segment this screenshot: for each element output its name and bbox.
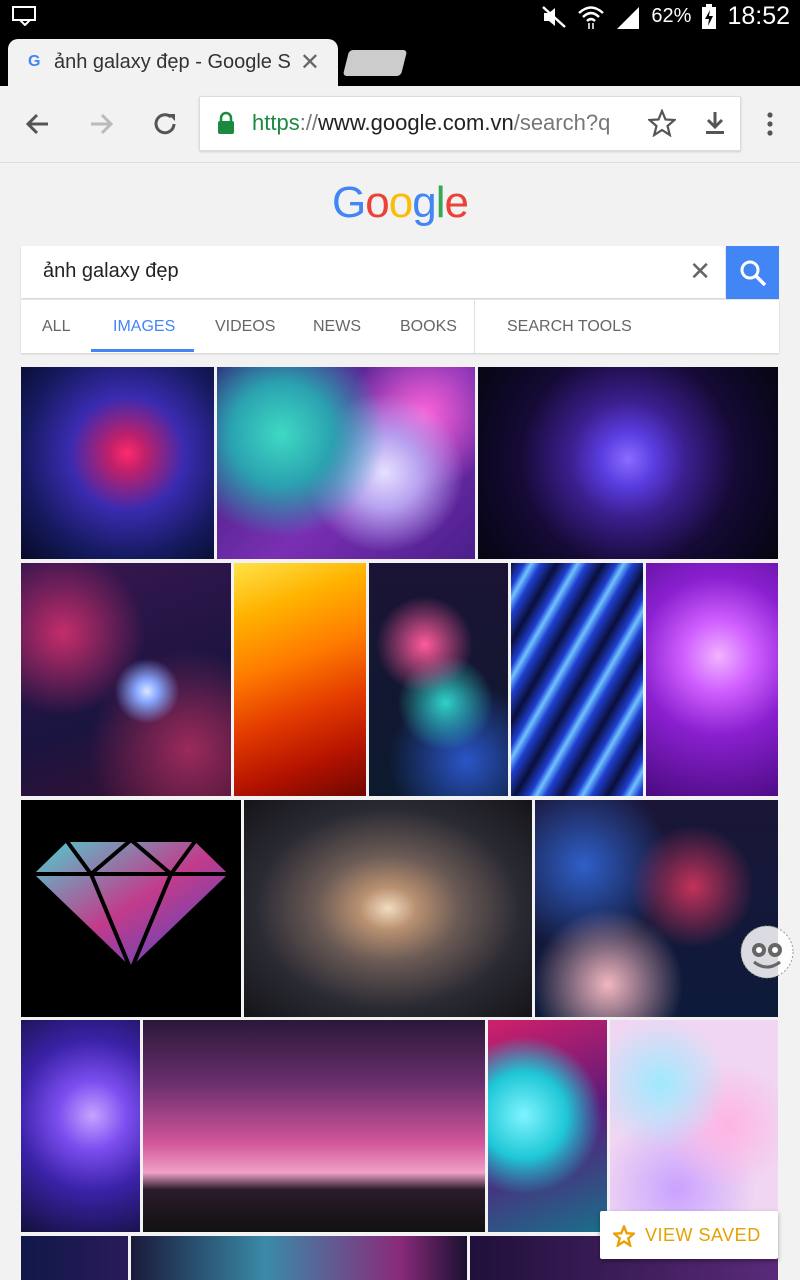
image-result[interactable] bbox=[488, 1020, 607, 1232]
image-result[interactable] bbox=[21, 1236, 128, 1280]
tab-all[interactable]: ALL bbox=[42, 318, 70, 336]
signal-icon bbox=[617, 6, 640, 29]
bookmark-star-icon[interactable] bbox=[648, 109, 676, 137]
logo-letter: G bbox=[332, 178, 366, 227]
clear-search-icon[interactable]: ✕ bbox=[689, 256, 711, 287]
image-result[interactable] bbox=[21, 800, 241, 1017]
back-arrow-icon[interactable] bbox=[20, 106, 56, 142]
tab-images[interactable]: IMAGES bbox=[113, 318, 175, 336]
clock: 18:52 bbox=[727, 2, 790, 30]
tab-divider bbox=[474, 300, 475, 353]
mute-icon bbox=[542, 5, 567, 28]
search-input[interactable]: ảnh galaxy đẹp ✕ bbox=[21, 246, 725, 298]
image-result[interactable] bbox=[21, 1020, 140, 1232]
image-result[interactable] bbox=[244, 800, 532, 1017]
google-favicon-icon: G bbox=[28, 53, 41, 70]
notification-icon bbox=[12, 6, 36, 26]
url-text: https://www.google.com.vn/search?q bbox=[252, 110, 611, 135]
battery-percent: 62% bbox=[651, 5, 692, 27]
close-tab-icon[interactable]: ✕ bbox=[300, 48, 320, 77]
address-bar[interactable]: https://www.google.com.vn/search?q bbox=[199, 96, 741, 151]
image-result[interactable] bbox=[511, 563, 643, 796]
wifi-icon bbox=[578, 5, 605, 29]
search-tabs: ALL IMAGES VIDEOS NEWS BOOKS SEARCH TOOL… bbox=[21, 299, 779, 353]
image-result[interactable] bbox=[610, 1020, 778, 1232]
image-result[interactable] bbox=[217, 367, 475, 559]
google-logo[interactable]: Google bbox=[0, 178, 800, 228]
image-result[interactable] bbox=[478, 367, 778, 559]
tab-news[interactable]: NEWS bbox=[313, 318, 361, 336]
image-result[interactable] bbox=[21, 367, 214, 559]
image-result[interactable] bbox=[369, 563, 508, 796]
image-result[interactable] bbox=[21, 563, 231, 796]
image-result[interactable] bbox=[234, 563, 366, 796]
browser-toolbar: https://www.google.com.vn/search?q bbox=[0, 86, 800, 163]
new-tab-button[interactable] bbox=[342, 50, 408, 76]
tab-videos[interactable]: VIDEOS bbox=[215, 318, 275, 336]
logo-letter: e bbox=[444, 178, 469, 227]
image-result[interactable] bbox=[646, 563, 778, 796]
download-icon[interactable] bbox=[702, 109, 728, 137]
galaxy-diamond-image bbox=[28, 837, 234, 976]
search-button[interactable] bbox=[726, 246, 779, 299]
browser-tab[interactable]: G ảnh galaxy đẹp - Google S ✕ bbox=[8, 39, 338, 86]
saved-star-icon bbox=[613, 1225, 635, 1247]
owl-badge-icon[interactable] bbox=[740, 922, 794, 982]
image-result[interactable] bbox=[143, 1020, 485, 1232]
status-bar: 62% 18:52 bbox=[0, 0, 800, 33]
logo-letter: o bbox=[365, 178, 390, 227]
tab-search-tools[interactable]: SEARCH TOOLS bbox=[507, 318, 632, 336]
view-saved-button[interactable]: VIEW SAVED bbox=[600, 1211, 778, 1259]
active-tab-indicator bbox=[91, 349, 194, 352]
tab-books[interactable]: BOOKS bbox=[400, 318, 457, 336]
logo-letter: g bbox=[412, 178, 437, 227]
tab-title: ảnh galaxy đẹp - Google S bbox=[54, 51, 291, 73]
search-icon bbox=[740, 260, 767, 287]
tab-strip: G ảnh galaxy đẹp - Google S ✕ bbox=[0, 33, 800, 86]
overflow-menu-icon[interactable] bbox=[758, 110, 782, 138]
forward-arrow-icon[interactable] bbox=[83, 106, 119, 142]
search-query-text: ảnh galaxy đẹp bbox=[43, 260, 179, 282]
image-result[interactable] bbox=[535, 800, 778, 1017]
reload-icon[interactable] bbox=[147, 106, 183, 142]
battery-charging-icon bbox=[702, 3, 717, 29]
view-saved-label: VIEW SAVED bbox=[645, 1225, 761, 1245]
lock-icon bbox=[218, 111, 234, 134]
logo-letter: o bbox=[388, 178, 414, 227]
image-result[interactable] bbox=[131, 1236, 467, 1280]
